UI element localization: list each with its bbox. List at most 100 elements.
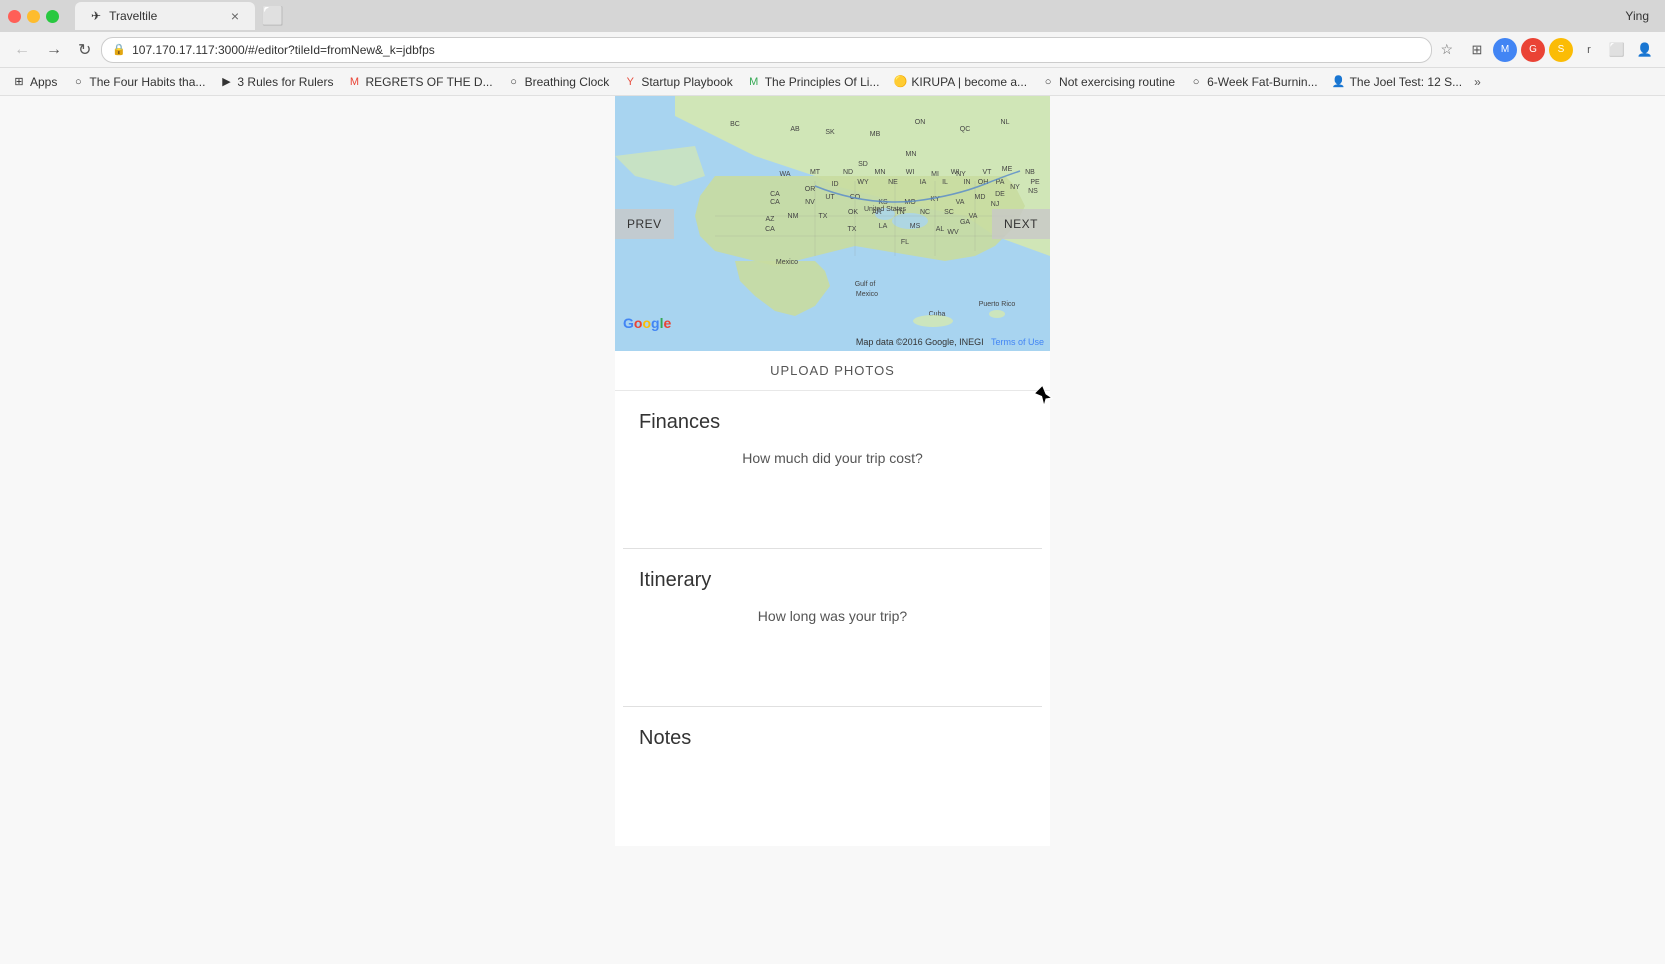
r-button[interactable]: r <box>1577 38 1601 62</box>
svg-text:QC: QC <box>960 126 971 133</box>
bookmark-8[interactable]: ○ Not exercising routine <box>1037 73 1179 91</box>
svg-text:LA: LA <box>879 223 888 230</box>
back-button[interactable]: ← <box>8 37 36 63</box>
profile-icon-1[interactable]: M <box>1493 38 1517 62</box>
bookmark-7[interactable]: 🟡 KIRUPA | become a... <box>889 73 1031 91</box>
itinerary-question: How long was your trip? <box>639 608 1026 624</box>
upload-photos-button[interactable]: UPLOAD PHOTOS <box>615 351 1050 391</box>
bookmark-6[interactable]: M The Principles Of Li... <box>743 73 884 91</box>
tab-favicon: ✈ <box>91 9 101 23</box>
main-content: United States CA NV UT CO KS MO KY VA MD… <box>0 96 1665 964</box>
extensions-panel-button[interactable]: ⬜ <box>1605 38 1629 62</box>
profile-icon-2[interactable]: G <box>1521 38 1545 62</box>
finances-title: Finances <box>639 411 1026 434</box>
svg-text:Mexico: Mexico <box>776 259 798 266</box>
window-controls <box>8 10 59 23</box>
bookmark-apps-label: Apps <box>30 75 57 89</box>
map-section: United States CA NV UT CO KS MO KY VA MD… <box>615 96 1050 351</box>
svg-text:WI: WI <box>906 169 915 176</box>
bookmark-5-label: Startup Playbook <box>641 75 732 89</box>
svg-text:MT: MT <box>810 169 821 176</box>
svg-text:AL: AL <box>936 226 945 233</box>
map-data-text: Map data ©2016 Google, INEGI <box>856 337 984 347</box>
bookmark-4[interactable]: ○ Breathing Clock <box>503 73 614 91</box>
profile-icon-3[interactable]: S <box>1549 38 1573 62</box>
nav-bar: ← → ↻ 🔒 107.170.17.117:3000/#/editor?til… <box>0 32 1665 68</box>
bookmark-5[interactable]: Y Startup Playbook <box>619 73 736 91</box>
svg-text:AB: AB <box>790 126 800 133</box>
user-accounts-button[interactable]: 👤 <box>1633 38 1657 62</box>
address-text: 107.170.17.117:3000/#/editor?tileId=from… <box>132 43 1421 57</box>
svg-text:MD: MD <box>975 194 986 201</box>
svg-text:MS: MS <box>910 223 921 230</box>
svg-text:OK: OK <box>848 209 858 216</box>
map-prev-button[interactable]: PREV <box>615 209 674 239</box>
bookmark-10[interactable]: 👤 The Joel Test: 12 S... <box>1328 73 1467 91</box>
svg-text:PE: PE <box>1030 179 1040 186</box>
user-label: Ying <box>1625 9 1657 23</box>
svg-text:DE: DE <box>995 191 1005 198</box>
bookmark-3[interactable]: M REGRETS OF THE D... <box>343 73 496 91</box>
bookmark-star-button[interactable]: ☆ <box>1436 41 1457 58</box>
bookmark-9[interactable]: ○ 6-Week Fat-Burnin... <box>1185 73 1321 91</box>
svg-text:MB: MB <box>870 131 881 138</box>
svg-text:NC: NC <box>920 209 930 216</box>
notes-input[interactable] <box>639 766 1026 826</box>
svg-text:IN: IN <box>964 179 971 186</box>
svg-text:NJ: NJ <box>991 201 1000 208</box>
active-tab[interactable]: ✈ Traveltile × <box>75 2 255 30</box>
nav-right-buttons: ⊞ M G S r ⬜ 👤 <box>1465 38 1657 62</box>
svg-text:SC: SC <box>944 209 954 216</box>
bookmark-4-icon: ○ <box>507 75 521 89</box>
svg-text:TX: TX <box>848 226 857 233</box>
reload-button[interactable]: ↻ <box>72 36 97 64</box>
close-window-button[interactable] <box>8 10 21 23</box>
svg-text:ON: ON <box>915 119 926 126</box>
svg-text:VT: VT <box>983 169 993 176</box>
bookmark-1[interactable]: ○ The Four Habits tha... <box>67 73 209 91</box>
bookmark-1-label: The Four Habits tha... <box>89 75 205 89</box>
lock-icon: 🔒 <box>112 43 126 56</box>
map-next-button[interactable]: NEXT <box>992 209 1050 239</box>
maximize-window-button[interactable] <box>46 10 59 23</box>
terms-of-use-link[interactable]: Terms of Use <box>991 337 1044 347</box>
bookmark-8-label: Not exercising routine <box>1059 75 1175 89</box>
bookmark-3-label: REGRETS OF THE D... <box>365 75 492 89</box>
finances-input[interactable] <box>639 478 1026 528</box>
itinerary-title: Itinerary <box>639 569 1026 592</box>
apps-grid-icon: ⊞ <box>12 75 26 89</box>
svg-text:NY: NY <box>1010 184 1020 191</box>
svg-text:WY: WY <box>857 179 869 186</box>
bookmark-9-label: 6-Week Fat-Burnin... <box>1207 75 1317 89</box>
tab-close-button[interactable]: × <box>231 8 239 24</box>
bookmark-3-icon: M <box>347 75 361 89</box>
svg-text:VA: VA <box>969 213 978 220</box>
svg-text:IA: IA <box>920 179 927 186</box>
bookmark-apps[interactable]: ⊞ Apps <box>8 73 61 91</box>
svg-text:AZ: AZ <box>766 216 776 223</box>
forward-button[interactable]: → <box>40 37 68 63</box>
new-tab-button[interactable]: ⬜ <box>259 2 287 30</box>
bookmark-8-icon: ○ <box>1041 75 1055 89</box>
svg-text:ND: ND <box>843 169 853 176</box>
svg-text:BC: BC <box>730 121 740 128</box>
more-bookmarks-button[interactable]: » <box>1474 75 1481 89</box>
extensions-button[interactable]: ⊞ <box>1465 38 1489 62</box>
bookmark-1-icon: ○ <box>71 75 85 89</box>
svg-text:MO: MO <box>904 199 916 206</box>
minimize-window-button[interactable] <box>27 10 40 23</box>
finances-question: How much did your trip cost? <box>639 450 1026 466</box>
svg-text:UT: UT <box>825 194 835 201</box>
address-bar[interactable]: 🔒 107.170.17.117:3000/#/editor?tileId=fr… <box>101 37 1432 63</box>
itinerary-input[interactable] <box>639 636 1026 686</box>
finances-section: Finances How much did your trip cost? <box>615 391 1050 548</box>
bookmarks-bar: ⊞ Apps ○ The Four Habits tha... ▶ 3 Rule… <box>0 68 1665 96</box>
bookmark-2[interactable]: ▶ 3 Rules for Rulers <box>215 73 337 91</box>
bookmark-7-label: KIRUPA | become a... <box>911 75 1027 89</box>
bookmark-6-icon: M <box>747 75 761 89</box>
svg-text:AR: AR <box>872 209 882 216</box>
google-logo: Google <box>623 315 671 331</box>
svg-text:GA: GA <box>960 219 970 226</box>
tab-bar: ✈ Traveltile × ⬜ <box>75 2 1617 30</box>
tab-title: Traveltile <box>109 9 223 23</box>
